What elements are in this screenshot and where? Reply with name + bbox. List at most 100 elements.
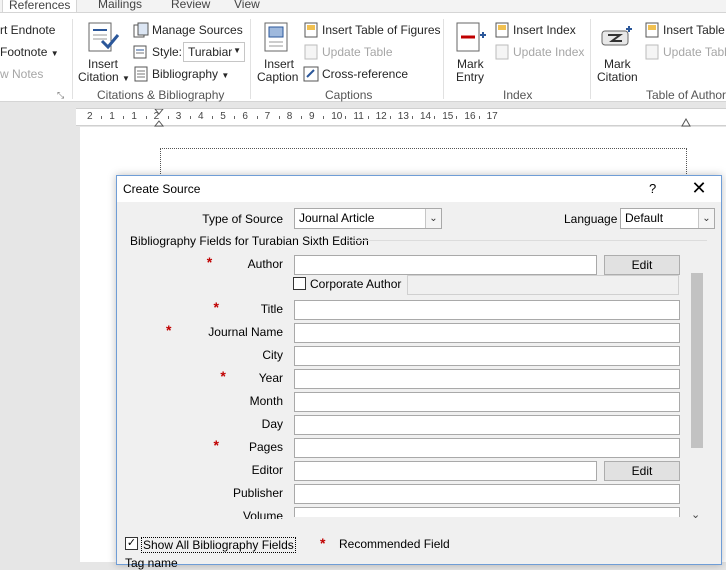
ruler-tick — [478, 116, 480, 119]
type-of-source-value: Journal Article — [299, 211, 375, 225]
ribbon-tab-bar: References Mailings Review View — [0, 0, 726, 13]
tab-review[interactable]: Review — [171, 0, 210, 11]
type-of-source-dropdown[interactable]: Journal Article ⌄ — [294, 208, 442, 229]
corporate-author-checkbox[interactable] — [293, 277, 306, 290]
table-of-figures-icon — [304, 22, 318, 38]
style-icon — [133, 45, 147, 59]
horizontal-ruler[interactable]: 2 1 1 2 3 4 5 6 7 8 9 10 11 12 13 14 15 16 17 — [76, 108, 726, 127]
ruler-tick — [123, 116, 125, 119]
ruler-tick — [389, 116, 391, 119]
pages-input[interactable] — [294, 438, 680, 458]
corporate-author-input — [407, 275, 679, 295]
show-notes-button[interactable]: w Notes — [0, 67, 43, 81]
ruler-number: 16 — [464, 111, 476, 122]
ruler-tick — [256, 116, 258, 119]
insert-table-of-authorities-button[interactable]: Insert Table — [663, 23, 725, 37]
right-indent-marker-icon[interactable] — [681, 115, 691, 127]
scrollbar-thumb[interactable] — [691, 273, 703, 448]
bibliography-icon — [134, 66, 148, 82]
close-button[interactable]: ✕ — [685, 177, 713, 199]
insert-table-of-figures-button[interactable]: Insert Table of Figures — [322, 23, 441, 37]
insert-index-button[interactable]: Insert Index — [513, 23, 576, 37]
publisher-input[interactable] — [294, 484, 680, 504]
captions-group-label: Captions — [325, 88, 373, 102]
month-label: Month — [249, 394, 283, 408]
style-label: Style: — [152, 45, 183, 59]
section-divider — [347, 240, 707, 241]
ruler-number: 2 — [87, 111, 93, 122]
ruler-tick — [101, 116, 103, 119]
year-input[interactable] — [294, 369, 680, 389]
ruler-number: 4 — [198, 111, 204, 122]
style-dropdown[interactable]: Turabiar ▼ — [183, 42, 245, 62]
chevron-down-icon: ▼ — [221, 71, 230, 80]
citations-group-label: Citations & Bibliography — [97, 88, 225, 102]
editor-edit-button[interactable]: Edit — [604, 461, 680, 481]
scroll-down-icon[interactable]: ⌄ — [691, 508, 700, 521]
editor-input[interactable] — [294, 461, 597, 481]
chevron-down-icon: ⌄ — [425, 209, 441, 228]
insert-endnote-button[interactable]: rt Endnote — [0, 23, 55, 37]
ruler-number: 11 — [353, 111, 364, 122]
mark-entry-label-1: Mark — [457, 57, 484, 71]
ruler-number: 1 — [131, 111, 137, 122]
update-table-button[interactable]: Update Table — [322, 45, 393, 59]
group-separator — [590, 19, 591, 99]
ruler-number: 8 — [286, 111, 293, 122]
city-label: City — [262, 348, 283, 362]
insert-caption-label-1: Insert — [264, 57, 295, 71]
required-marker: * — [213, 299, 219, 315]
tab-view[interactable]: View — [234, 0, 260, 11]
ruler-number: 13 — [397, 111, 409, 122]
index-group-label: Index — [503, 88, 533, 102]
month-input[interactable] — [294, 392, 680, 412]
update-table-of-authorities-button[interactable]: Update Tabl — [663, 45, 726, 59]
ruler-number: 12 — [375, 111, 387, 122]
ruler-tick — [167, 116, 169, 119]
journal-name-input[interactable] — [294, 323, 680, 343]
insert-table-of-authorities-icon — [645, 22, 659, 38]
cross-reference-button[interactable]: Cross-reference — [322, 67, 408, 81]
indent-marker-icon[interactable] — [154, 109, 164, 127]
chevron-down-icon: ▼ — [233, 46, 241, 55]
volume-input[interactable] — [294, 507, 680, 517]
title-input[interactable] — [294, 300, 680, 320]
mark-citation-icon — [601, 26, 632, 46]
show-all-fields-checkbox[interactable]: ✓ — [125, 537, 138, 550]
style-value: Turabiar — [188, 45, 233, 59]
insert-caption-icon — [264, 22, 288, 52]
recommended-field-label: Recommended Field — [339, 537, 450, 551]
title-label: Title — [260, 302, 283, 316]
ruler-number: 15 — [442, 111, 454, 122]
bibliography-button[interactable]: Bibliography ▼ — [152, 67, 229, 81]
cross-reference-icon — [303, 66, 319, 82]
next-footnote-button[interactable]: Footnote ▼ — [0, 45, 59, 59]
footnotes-dialog-launcher-icon[interactable]: ⤡ — [57, 90, 64, 101]
create-source-dialog: Create Source ? ✕ Type of Source Journal… — [116, 175, 722, 570]
chevron-down-icon: ▼ — [122, 74, 130, 83]
group-separator — [443, 19, 444, 99]
journal-name-label: Journal Name — [208, 325, 283, 339]
insert-caption-label-2: Caption — [257, 70, 299, 84]
section-label: Bibliography Fields for Turabian Sixth E… — [130, 234, 369, 248]
language-dropdown[interactable]: Default ⌄ — [620, 208, 715, 229]
author-input[interactable] — [294, 255, 597, 275]
authorities-group-label: Table of Author — [646, 88, 726, 102]
help-button[interactable]: ? — [649, 181, 656, 196]
tab-mailings[interactable]: Mailings — [98, 0, 142, 11]
mark-entry-label-2: Entry — [456, 70, 485, 84]
show-all-fields-label[interactable]: Show All Bibliography Fields — [141, 537, 296, 553]
ruler-tick — [278, 116, 280, 119]
ruler-number: 1 — [109, 111, 115, 122]
day-input[interactable] — [294, 415, 680, 435]
group-separator — [72, 19, 73, 99]
update-table-icon — [304, 44, 318, 60]
update-index-button[interactable]: Update Index — [513, 45, 584, 59]
day-label: Day — [261, 417, 283, 431]
ruler-number: 6 — [242, 111, 248, 122]
manage-sources-button[interactable]: Manage Sources — [152, 23, 243, 37]
city-input[interactable] — [294, 346, 680, 366]
author-edit-button[interactable]: Edit — [604, 255, 680, 275]
update-index-icon — [495, 44, 509, 60]
ribbon: rt Endnote Footnote ▼ w Notes ⤡ Insert C… — [0, 12, 726, 102]
